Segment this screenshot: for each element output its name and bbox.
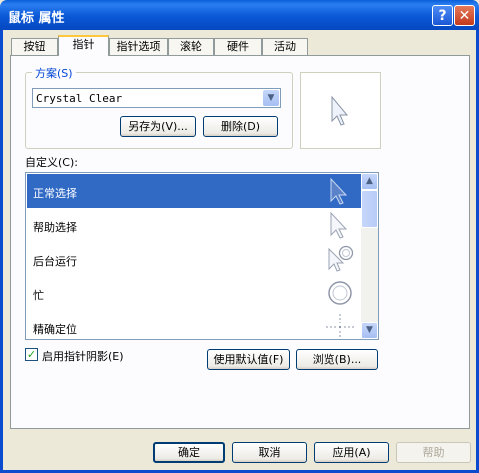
save-as-button[interactable]: 另存为(V)...: [120, 116, 196, 137]
help-title-button[interactable]: ?: [432, 5, 453, 26]
help-select-cursor-icon: [330, 211, 348, 239]
tab-hardware[interactable]: 硬件: [214, 38, 262, 55]
working-in-background-cursor-icon: [328, 245, 354, 272]
preview-arrow-icon: [331, 95, 349, 126]
tab-pointer-options[interactable]: 指针选项: [109, 38, 168, 55]
tab-buttons[interactable]: 按钮: [11, 38, 58, 55]
window-frame-left: [0, 30, 3, 473]
cursor-list[interactable]: 正常选择 帮助选择 后台运行 忙 精确定位: [25, 172, 379, 340]
use-default-button[interactable]: 使用默认值(F): [207, 349, 290, 370]
scroll-thumb[interactable]: [361, 190, 378, 228]
normal-select-cursor-icon: [330, 177, 348, 205]
ok-button[interactable]: 确定: [153, 442, 225, 463]
list-item-label: 忙: [33, 289, 44, 302]
list-item[interactable]: 精确定位: [27, 310, 361, 339]
shadow-checkbox[interactable]: ✓: [25, 348, 38, 361]
title-bar[interactable]: 鼠标 属性 ? ✕: [0, 0, 479, 30]
list-item-label: 正常选择: [33, 187, 77, 200]
tab-activity[interactable]: 活动: [262, 38, 308, 55]
customize-label: 自定义(C):: [25, 156, 78, 169]
list-item[interactable]: 正常选择: [27, 174, 361, 208]
list-item-label: 后台运行: [33, 255, 77, 268]
busy-cursor-icon: [328, 281, 352, 305]
tab-wheel[interactable]: 滚轮: [168, 38, 214, 55]
precision-select-cursor-icon: [326, 314, 354, 339]
tab-pointers[interactable]: 指针: [58, 35, 109, 56]
list-item[interactable]: 忙: [27, 276, 361, 310]
delete-button[interactable]: 删除(D): [203, 116, 278, 137]
scheme-label: 方案(S): [32, 65, 76, 81]
list-item-label: 帮助选择: [33, 221, 77, 234]
list-item-label: 精确定位: [33, 323, 77, 336]
list-scrollbar[interactable]: ▲ ▼: [361, 173, 378, 339]
scroll-up-icon[interactable]: ▲: [361, 173, 378, 190]
browse-button[interactable]: 浏览(B)...: [296, 349, 378, 370]
scheme-select[interactable]: Crystal Clear ▼: [32, 88, 281, 108]
close-button[interactable]: ✕: [454, 5, 475, 26]
scheme-group: [25, 72, 293, 149]
chevron-down-icon[interactable]: ▼: [263, 90, 279, 106]
window-title: 鼠标 属性: [8, 11, 65, 26]
apply-button[interactable]: 应用(A): [314, 442, 389, 463]
list-item[interactable]: 帮助选择: [27, 208, 361, 242]
scroll-down-icon[interactable]: ▼: [361, 322, 378, 339]
list-item[interactable]: 后台运行: [27, 242, 361, 276]
scheme-value: Crystal Clear: [36, 92, 123, 105]
cursor-preview: [300, 72, 381, 149]
help-button: 帮助: [396, 442, 471, 463]
cancel-button[interactable]: 取消: [232, 442, 307, 463]
shadow-checkbox-label[interactable]: 启用指针阴影(E): [42, 348, 124, 364]
